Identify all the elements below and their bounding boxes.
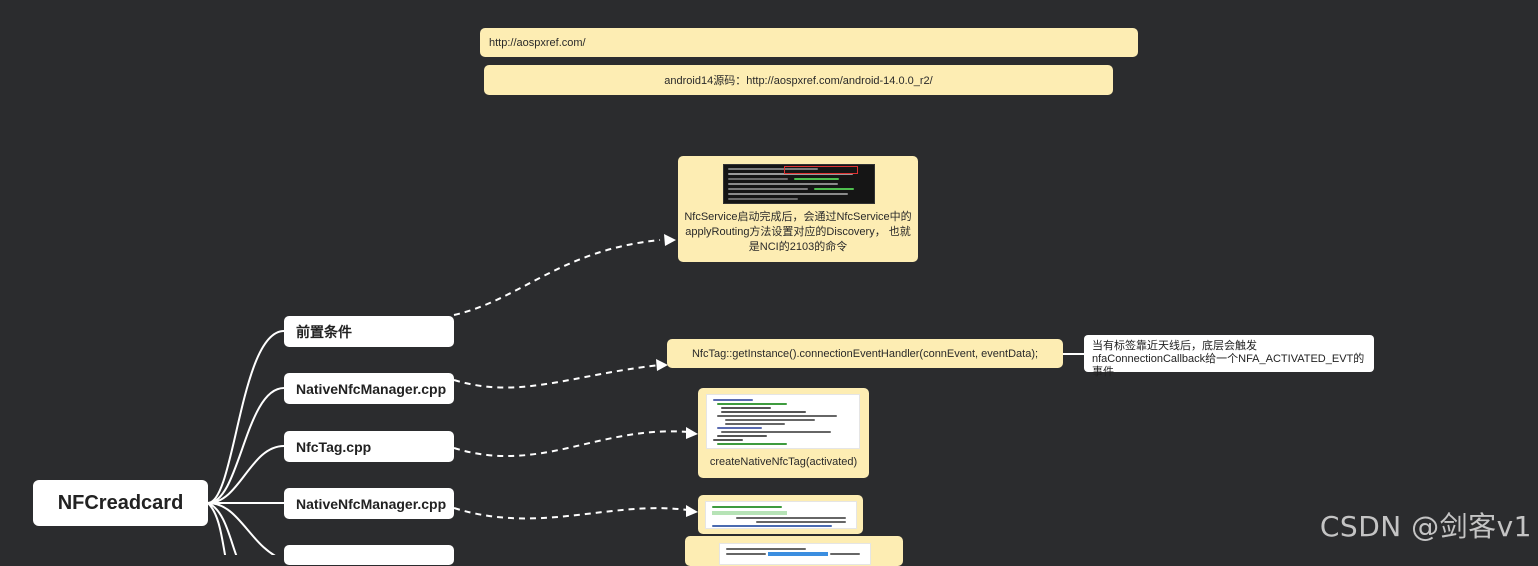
connector-root-to-prereq xyxy=(207,330,285,504)
branch-nativenfcmanager-2-label: NativeNfcManager.cpp xyxy=(296,495,447,512)
activation-comment-text: 当有标签靠近天线后，底层会触发nfaConnectionCallback给一个N… xyxy=(1092,340,1365,378)
branch-prerequisites-label: 前置条件 xyxy=(296,323,352,340)
dashed-link-nativenfc-to-handler xyxy=(453,364,661,389)
connection-handler-note[interactable]: NfcTag::getInstance().connectionEventHan… xyxy=(667,339,1063,368)
create-tag-note[interactable]: createNativeNfcTag(activated) xyxy=(698,388,869,478)
branch-nativenfcmanager-2[interactable]: NativeNfcManager.cpp xyxy=(284,488,454,519)
connector-root-to-nativenfc-1 xyxy=(207,387,285,504)
log-screenshot-thumbnail xyxy=(723,164,875,204)
connector-root-to-offscreen-3 xyxy=(207,502,227,555)
activation-comment[interactable]: 当有标签靠近天线后，底层会触发nfaConnectionCallback给一个N… xyxy=(1084,335,1374,378)
branch-prerequisites[interactable]: 前置条件 xyxy=(284,316,454,347)
code-snippet-thumbnail-2 xyxy=(705,501,857,529)
source-text: android14源码：http://aospxref.com/android-… xyxy=(664,75,933,87)
branch-nativenfcmanager-1[interactable]: NativeNfcManager.cpp xyxy=(284,373,454,404)
connector-root-to-offscreen-1 xyxy=(207,502,276,555)
mindmap-canvas: http://aospxref.com/ android14源码：http://… xyxy=(0,0,1538,566)
nfcservice-note[interactable]: NfcService启动完成后，会通过NfcService中的applyRout… xyxy=(678,156,918,262)
csdn-watermark: CSDN @剑客v1 xyxy=(1319,510,1532,543)
branch-nfctag-label: NfcTag.cpp xyxy=(296,438,372,455)
code-snippet-thumbnail-3 xyxy=(719,543,871,565)
partial-note-bottom[interactable] xyxy=(685,536,903,566)
arrowhead-nfcservice xyxy=(664,234,676,246)
branch-nfctag[interactable]: NfcTag.cpp xyxy=(284,431,454,462)
root-node[interactable]: NFCreadcard xyxy=(33,480,208,526)
code-snippet-thumbnail xyxy=(706,394,860,449)
connector-root-to-offscreen-2 xyxy=(207,502,238,555)
dashed-link-nativenfc2-to-code xyxy=(453,507,689,520)
connector-root-to-nfctag xyxy=(207,445,285,504)
create-tag-text: createNativeNfcTag(activated) xyxy=(709,456,858,468)
code-snippet-note[interactable] xyxy=(698,495,863,534)
source-box[interactable]: android14源码：http://aospxref.com/android-… xyxy=(484,65,1113,95)
url-box[interactable]: http://aospxref.com/ xyxy=(480,28,1138,57)
branch-nativenfcmanager-1-label: NativeNfcManager.cpp xyxy=(296,380,447,397)
arrowhead-create xyxy=(686,427,698,439)
dashed-link-nfctag-to-create xyxy=(453,430,689,458)
root-node-label: NFCreadcard xyxy=(57,491,184,514)
url-text: http://aospxref.com/ xyxy=(489,36,586,49)
nfcservice-note-text: NfcService启动完成后，会通过NfcService中的applyRout… xyxy=(684,211,912,253)
connection-handler-text: NfcTag::getInstance().connectionEventHan… xyxy=(691,347,1039,360)
arrowhead-code xyxy=(686,505,698,517)
dashed-link-prereq-to-nfcservice xyxy=(453,239,661,316)
branch-offscreen[interactable] xyxy=(284,545,454,565)
